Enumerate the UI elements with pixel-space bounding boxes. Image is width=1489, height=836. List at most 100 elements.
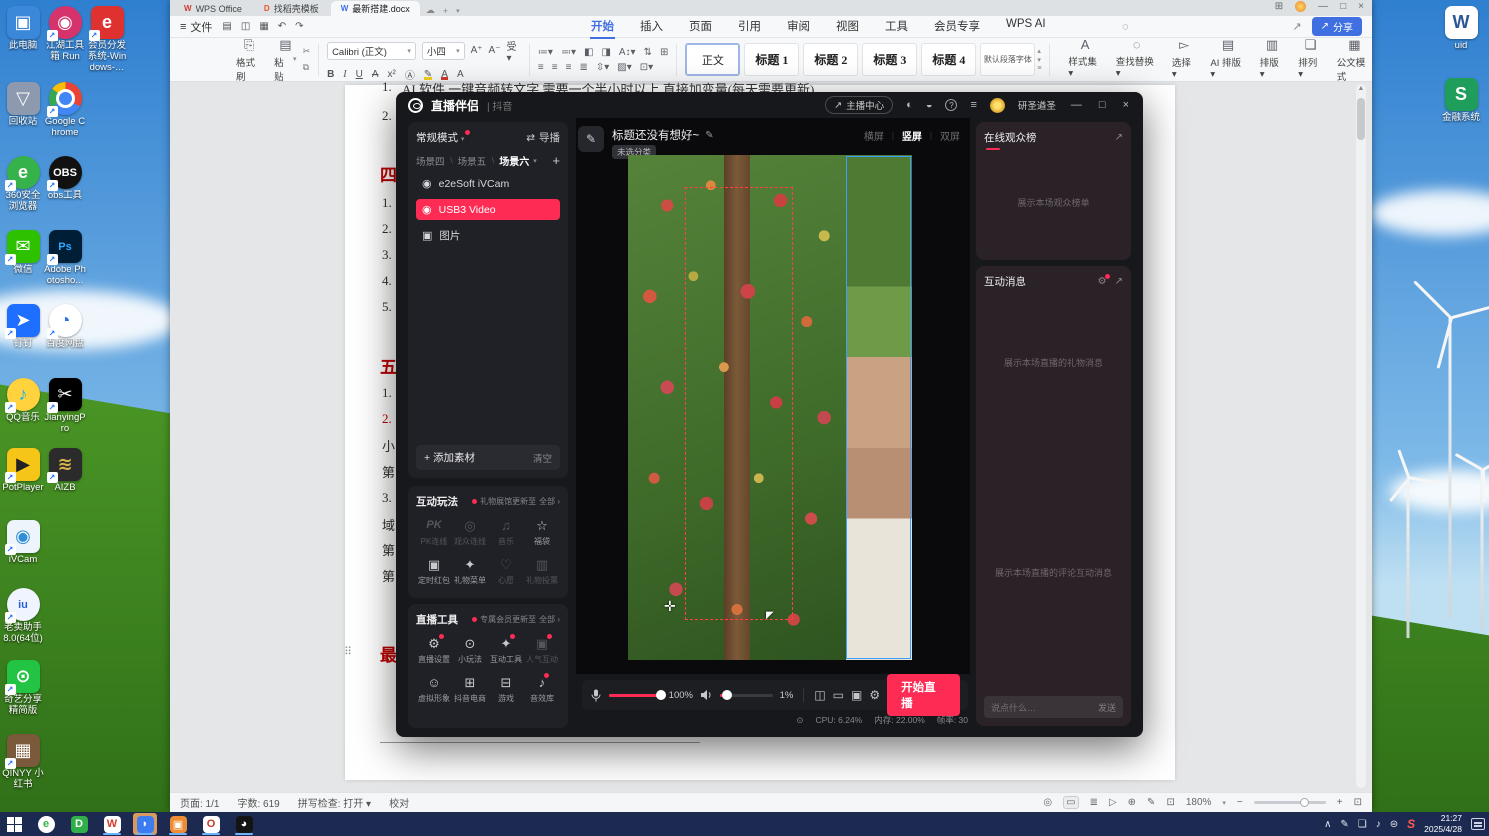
tool-抖音电商[interactable]: ⊞ 抖音电商	[452, 675, 488, 704]
undo-icon[interactable]	[278, 21, 286, 32]
start-live-button[interactable]: 开始直播	[887, 674, 960, 716]
desktop-icon[interactable]: ➤ ↗ 钉钉	[2, 304, 44, 350]
desktop-icon[interactable]: ✉ ↗ 微信	[2, 230, 44, 276]
desktop-icon[interactable]: iu ↗ 老卖助手 8.0(64位)	[2, 588, 44, 645]
ribbon-tab-审阅[interactable]: 审阅	[786, 15, 811, 39]
shrink-font-button[interactable]: A⁻	[489, 45, 501, 56]
source-item[interactable]: ▣ 图片	[416, 225, 560, 246]
zoom-caret-icon[interactable]: ▾	[1222, 799, 1226, 807]
sort-button[interactable]: ⇅	[644, 47, 652, 58]
messages-settings-icon[interactable]	[1098, 274, 1110, 287]
document-tab[interactable]: W WPS Office	[174, 1, 252, 16]
justify-button[interactable]: ≣	[579, 62, 587, 73]
underline-button[interactable]: U	[356, 69, 363, 80]
shading-button[interactable]: ▨▾	[617, 62, 631, 73]
taskbar-app-录屏工具[interactable]: ▣	[166, 813, 190, 835]
save-icon[interactable]	[222, 21, 231, 32]
font-color-button[interactable]: A	[441, 69, 448, 80]
ribbon-search-icon[interactable]	[1122, 21, 1129, 33]
orientation-portrait-active[interactable]: 竖屏	[902, 128, 922, 143]
desktop-icon[interactable]: ≋ ↗ AIZB	[44, 448, 86, 494]
align-left-button[interactable]: ≡	[538, 62, 544, 73]
director-button[interactable]: 导播	[526, 130, 560, 145]
ribbon-tab-开始[interactable]: 开始	[590, 15, 615, 39]
section-update-link[interactable]: 专属会员更新至 全部 ›	[472, 614, 560, 625]
stream-title[interactable]: 标题还没有想好~	[612, 127, 714, 143]
desktop-icon[interactable]: e ↗ 会员分发系统-Windows-…	[86, 6, 128, 74]
fullscreen-icon[interactable]	[1354, 797, 1362, 808]
bold-button[interactable]: B	[327, 69, 334, 80]
desktop-icon[interactable]: ✂ ↗ JianyingPro	[44, 378, 86, 435]
align-center-button[interactable]: ≡	[552, 62, 558, 73]
orientation-dual[interactable]: 双屏	[940, 128, 960, 143]
ribbon-tab-工具[interactable]: 工具	[884, 15, 909, 39]
anchor-center-button[interactable]: 主播中心	[825, 96, 894, 114]
border-button[interactable]: ⊡▾	[640, 62, 653, 73]
taskbar-app-会员分发系统[interactable]: D	[67, 813, 91, 835]
ribbon-tool-排版[interactable]: ▥ 排版 ▾	[1260, 37, 1285, 83]
scrollbar-thumb[interactable]	[1357, 98, 1365, 140]
source-selection-box-red[interactable]	[685, 187, 793, 620]
orientation-landscape[interactable]: 横屏	[864, 128, 884, 143]
theme-icon[interactable]	[906, 99, 913, 111]
wps-maximize-button[interactable]	[1340, 1, 1346, 12]
wps-user-avatar[interactable]	[1295, 1, 1307, 12]
projection-icon[interactable]: ▭	[833, 688, 844, 702]
italic-button[interactable]: I	[343, 69, 346, 80]
sogou-input-icon[interactable]: S	[1407, 817, 1415, 831]
user-avatar[interactable]	[989, 97, 1005, 113]
ribbon-tool-排列[interactable]: ❏ 排列 ▾	[1298, 37, 1323, 83]
messages-card-title[interactable]: 互动消息	[984, 274, 1026, 289]
show-marks-button[interactable]: ⊞	[660, 47, 668, 58]
tool-礼物菜单[interactable]: ✦ 礼物菜单	[452, 557, 488, 586]
add-scene-button[interactable]: +	[552, 153, 560, 168]
tray-icon[interactable]: ❏	[1358, 819, 1367, 830]
notification-center-icon[interactable]	[1471, 818, 1485, 830]
desktop-icon[interactable]: ↗ Google Chrome	[44, 82, 86, 139]
cut-icon[interactable]	[303, 46, 311, 57]
clear-button[interactable]: 清空	[533, 451, 552, 465]
desktop-icon[interactable]: ▶ ↗ PotPlayer	[2, 448, 44, 494]
bullet-list-button[interactable]: ≔▾	[538, 47, 553, 58]
ribbon-tool-样式集[interactable]: A 样式集 ▾	[1068, 37, 1101, 83]
taskbar-app-直播伴侣[interactable]: ◗	[133, 813, 157, 835]
fit-page-icon[interactable]	[1166, 797, 1174, 808]
zoom-in-button[interactable]: +	[1337, 797, 1343, 808]
add-material-button[interactable]: + 添加素材	[424, 450, 475, 465]
tool-福袋[interactable]: ☆ 福袋	[524, 518, 560, 547]
ribbon-tab-页面[interactable]: 页面	[688, 15, 713, 39]
new-tab-button[interactable]: +	[443, 6, 448, 16]
ribbon-tab-会员专享[interactable]: 会员专享	[933, 15, 981, 39]
style-item[interactable]: 标题 3	[862, 43, 918, 76]
speaker-volume-slider[interactable]	[719, 689, 773, 700]
tool-直播设置[interactable]: ⚙ 直播设置	[416, 634, 452, 665]
wps-close-button[interactable]	[1358, 1, 1364, 12]
web-view-icon[interactable]	[1128, 797, 1136, 808]
camera-toggle-icon[interactable]: ▣	[851, 688, 862, 702]
virtual-background-icon[interactable]: ◫	[814, 688, 825, 702]
style-item[interactable]: 标题 4	[921, 43, 977, 76]
scene-tab-active[interactable]: 场景六	[499, 153, 529, 168]
scene-tab[interactable]: 场景四	[416, 154, 445, 168]
proofread-button[interactable]: 校对	[389, 795, 409, 810]
tray-icon[interactable]: ✎	[1340, 819, 1348, 830]
taskbar-app-360安全浏览器[interactable]: e	[34, 813, 58, 835]
app-close-button[interactable]	[1121, 99, 1131, 111]
mode-select[interactable]: 常规模式 ▾	[416, 130, 464, 145]
desktop-icon[interactable]: ▽ 回收站	[2, 82, 44, 128]
tray-icon[interactable]: ⊜	[1390, 819, 1398, 830]
wps-minimize-button[interactable]	[1318, 1, 1328, 12]
edit-title-button[interactable]	[578, 126, 604, 152]
file-menu-button[interactable]: 文件	[170, 19, 222, 35]
desktop-icon[interactable]: OBS ↗ obs工具	[44, 156, 86, 202]
stream-settings-icon[interactable]	[869, 688, 880, 702]
document-tab[interactable]: D 找稻壳模板	[254, 1, 329, 16]
print-icon[interactable]	[241, 21, 250, 32]
zoom-out-button[interactable]: −	[1237, 797, 1243, 808]
ribbon-tab-插入[interactable]: 插入	[639, 15, 664, 39]
align-right-button[interactable]: ≡	[566, 62, 572, 73]
desktop-icon[interactable]: ▦ ↗ QINYY 小红书	[2, 734, 44, 791]
tool-虚拟形象[interactable]: ☺ 虚拟形象	[416, 675, 452, 704]
source-item-selected[interactable]: ◉ USB3 Video	[416, 199, 560, 220]
help-icon[interactable]: ?	[945, 99, 958, 111]
